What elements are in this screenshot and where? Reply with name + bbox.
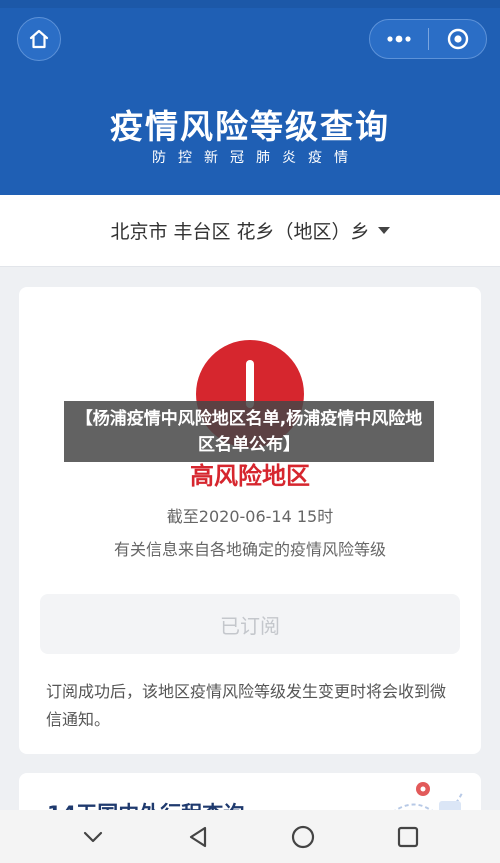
home-button[interactable] [17, 17, 61, 61]
mini-program-capsule [369, 19, 487, 59]
status-bar [0, 0, 500, 8]
source-note: 有关信息来自各地确定的疫情风险等级 [113, 540, 386, 559]
chevron-down-icon [83, 831, 102, 842]
nav-collapse-button[interactable] [73, 817, 113, 857]
page-subtitle: 防控新冠肺炎疫情 [152, 150, 360, 166]
target-close-icon [447, 28, 468, 50]
home-icon [29, 29, 49, 49]
nav-home-button[interactable] [283, 817, 323, 857]
region-selector[interactable]: 北京市 丰台区 花乡（地区）乡 [0, 195, 500, 267]
subscription-message: 订阅成功后，该地区疫情风险等级发生变更时将会收到微信通知。 [46, 682, 447, 729]
nav-recents-button[interactable] [388, 817, 428, 857]
region-label: 北京市 丰台区 花乡（地区）乡 [110, 221, 370, 243]
subscribed-button[interactable]: 已订阅 [40, 594, 460, 654]
recents-square-icon [397, 826, 418, 847]
overlay-caption: 【杨浦疫情中风险地区名单,杨浦疫情中风险地区名单公布】 [64, 401, 434, 462]
close-button[interactable] [429, 20, 486, 58]
more-dots-icon [387, 35, 411, 43]
nav-back-button[interactable] [178, 817, 218, 857]
page-title: 疫情风险等级查询 [110, 107, 390, 146]
system-nav-bar [0, 810, 500, 863]
caret-down-icon [377, 227, 390, 234]
more-button[interactable] [370, 20, 428, 58]
home-circle-icon [291, 825, 314, 848]
back-triangle-icon [189, 826, 206, 847]
as-of-timestamp: 截至2020-06-14 15时 [166, 507, 334, 526]
app-header: 疫情风险等级查询 防控新冠肺炎疫情 [0, 0, 500, 195]
